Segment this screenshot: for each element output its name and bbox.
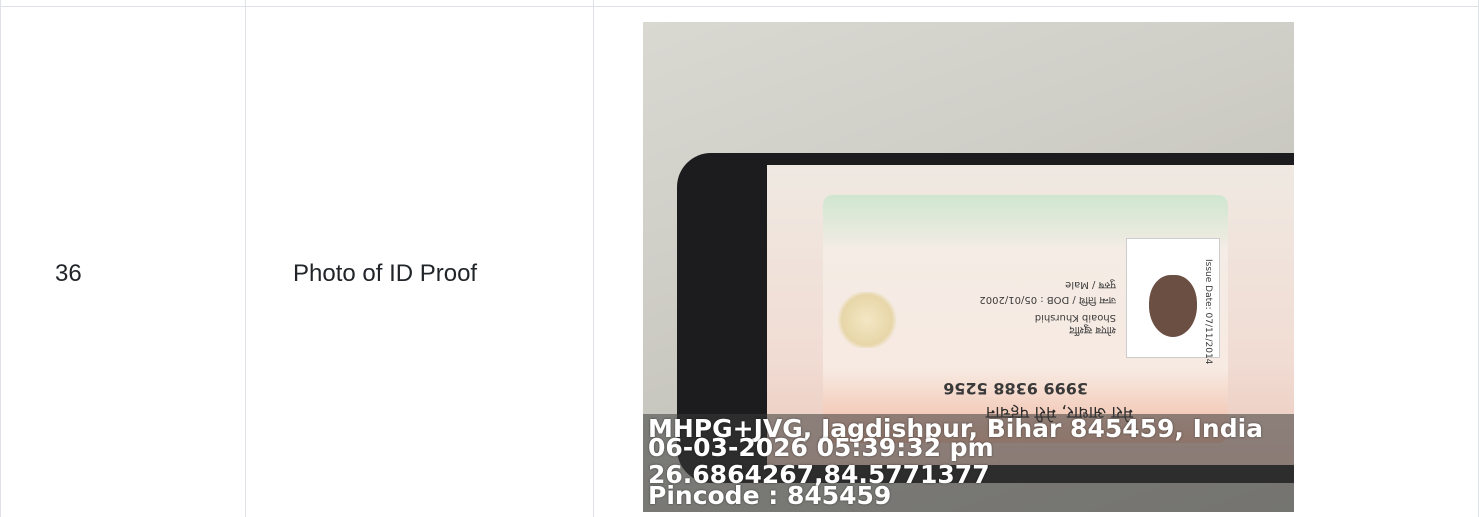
column-border-left — [0, 0, 1, 517]
id-proof-photo[interactable]: मेरा आधार, मेरी पहचान 3999 9388 5256 शोए… — [643, 22, 1294, 512]
hologram-emblem — [836, 292, 898, 348]
card-uid: 3999 9388 5256 — [943, 379, 1088, 398]
card-gender: पुरुष / Male — [1065, 279, 1116, 290]
row-label: Photo of ID Proof — [293, 260, 478, 287]
column-border-1 — [245, 0, 246, 517]
face-image — [1149, 275, 1197, 337]
data-table: 36 Photo of ID Proof मेरा आधार, मेरी पहच… — [0, 0, 1479, 517]
card-name-hi: शोएब खुर्शीद — [1069, 324, 1116, 335]
card-issue-date: Issue Date: 07/11/2014 — [1203, 259, 1213, 365]
geotag-datetime: 06-03-2026 05:39:32 pm — [648, 433, 994, 462]
geotag-pincode: Pincode : 845459 — [648, 481, 892, 510]
id-card: मेरा आधार, मेरी पहचान 3999 9388 5256 शोए… — [823, 195, 1228, 443]
row-number: 36 — [55, 260, 82, 287]
card-name-en: Shoaib Khurshid — [1034, 312, 1116, 323]
row-top-border — [0, 6, 1479, 7]
card-dob: जन्म तिथि / DOB : 05/01/2002 — [979, 294, 1116, 305]
column-border-2 — [593, 0, 594, 517]
